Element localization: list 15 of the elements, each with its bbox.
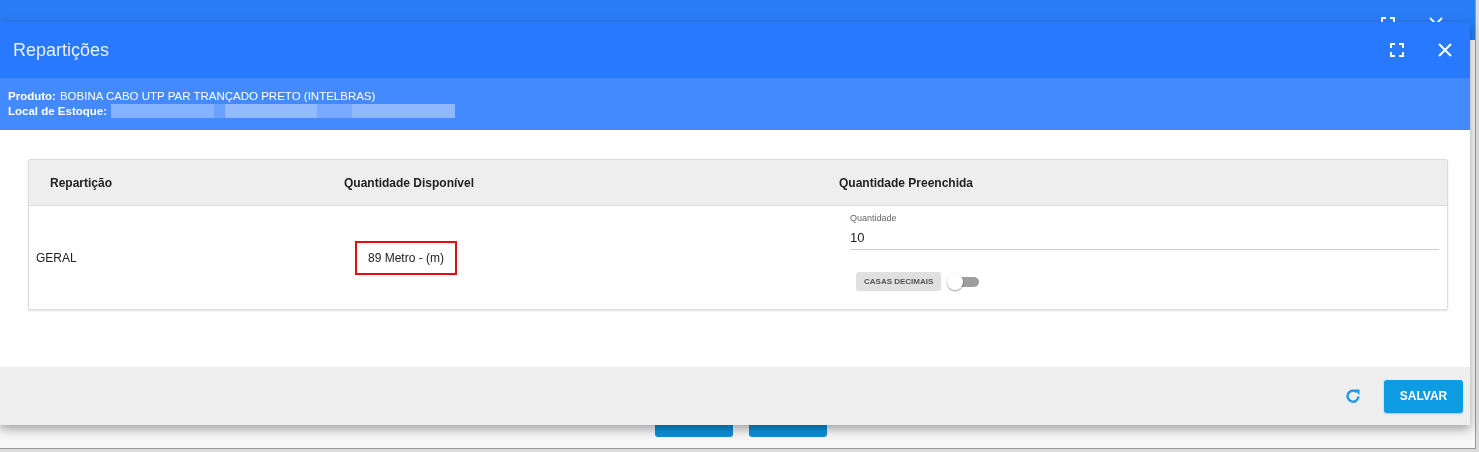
close-icon[interactable] — [1438, 43, 1452, 57]
dialog-title: Repartições — [13, 39, 110, 61]
table-cell: GERAL — [36, 250, 77, 265]
column-header: Quantidade Preenchida — [839, 175, 974, 190]
info-value: BOBINA CABO UTP PAR TRANÇADO PRETO (INTELBRAS) — [59, 89, 376, 102]
quantity-field[interactable]: Quantidade 10 — [850, 213, 1439, 250]
decimals-label: CASAS DECIMAIS — [856, 272, 942, 291]
refresh-icon[interactable] — [1344, 387, 1362, 405]
column-header: Quantidade Disponível — [344, 175, 475, 190]
toggle-switch[interactable] — [947, 272, 980, 291]
info-label: Produto: — [8, 89, 56, 102]
info-label: Local de Estoque: — [8, 104, 108, 117]
table-cell: 89 Metro - (m) — [355, 240, 457, 275]
column-header: Repartição — [50, 175, 113, 190]
fullscreen-icon[interactable] — [1390, 43, 1404, 57]
